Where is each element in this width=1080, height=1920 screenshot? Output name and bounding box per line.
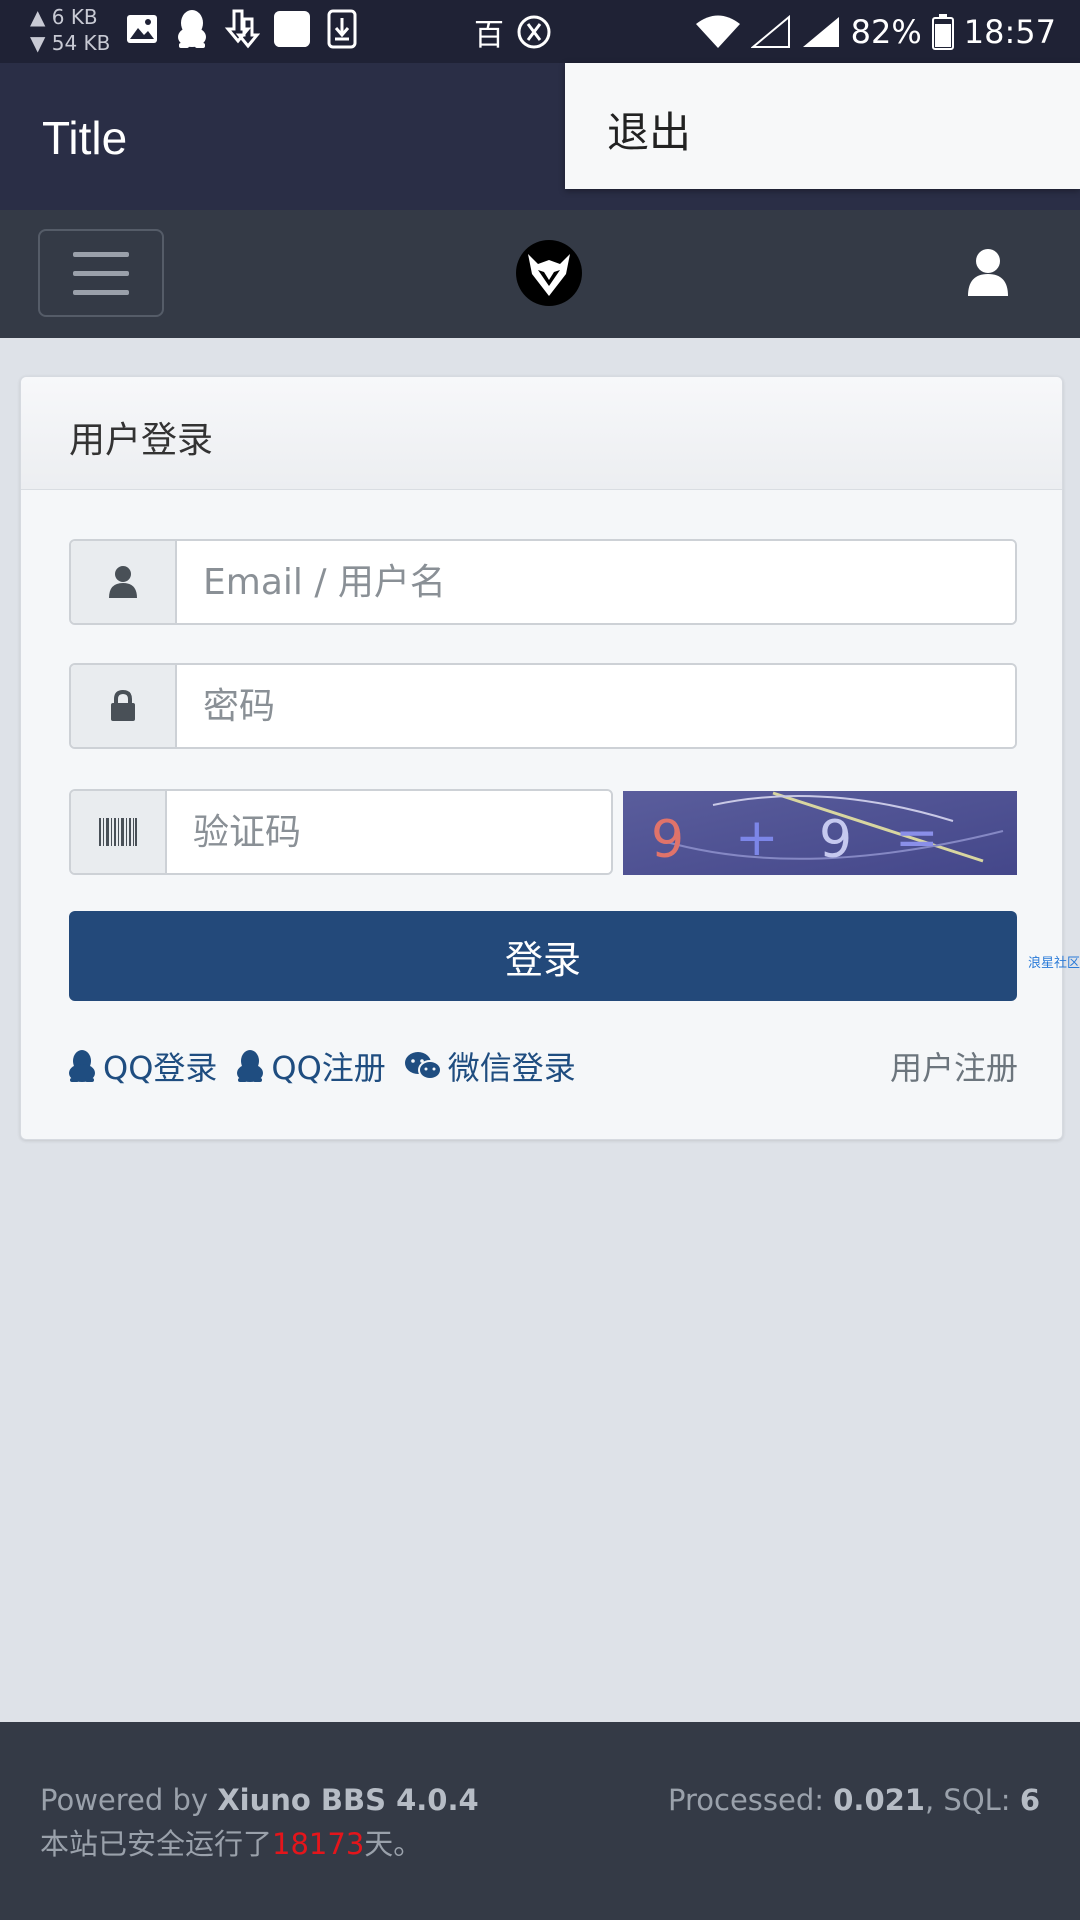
barcode-addon [71,791,167,873]
menu-item-exit[interactable]: 退出 [607,99,691,160]
battery-icon [931,13,954,50]
wechat-login-label: 微信登录 [447,1049,576,1087]
password-input[interactable] [177,665,1015,747]
side-tag[interactable]: 浪星社区 [1028,952,1080,971]
login-card: 用户登录 Email / 用户名 验证码 9 + 9 = 登录 QQ登录 QQ注… [20,376,1063,1140]
download-notification-icon [224,8,260,50]
user-register-link[interactable]: 用户注册 [890,1043,1018,1089]
gallery-icon [124,8,160,50]
upload-speed: ▲ 6 KB [30,5,98,29]
qq-register-link[interactable]: QQ注册 [235,1043,386,1089]
qq-login-link[interactable]: QQ登录 [67,1043,217,1089]
clock: 18:57 [963,12,1056,51]
powered-prefix: Powered by [40,1783,218,1817]
captcha-image[interactable]: 9 + 9 = [623,791,1017,875]
overflow-menu: 退出 [565,63,1080,189]
card-header: 用户登录 [21,377,1062,490]
qq-icon [237,1050,264,1082]
qq-icon [69,1050,95,1082]
lock-icon [111,690,135,721]
username-input[interactable] [177,541,1015,623]
install-notification-icon [324,8,360,50]
username-input-group [69,539,1017,625]
app-notification-icon [274,8,310,50]
signal-icon [802,16,839,47]
hamburger-icon-bar [73,270,129,276]
user-icon[interactable] [966,248,1010,298]
login-button[interactable]: 登录 [69,911,1017,1001]
hamburger-icon-bar [73,251,129,257]
processed-label: Processed: [668,1783,834,1817]
notification-icons [124,8,360,50]
status-bar: ▲ 6 KB ▼ 54 KB 百 82% 18:57 [0,0,1080,63]
hamburger-menu-button[interactable] [38,229,164,317]
footer-stats: Processed: 0.021, SQL: 6 [668,1778,1040,1822]
download-speed: ▼ 54 KB [30,31,111,55]
wifi-icon [695,15,740,48]
qq-register-label: QQ注册 [271,1049,386,1087]
captcha-input-group [69,789,613,875]
processed-value: 0.021 [833,1783,925,1817]
sync-icon [517,15,551,49]
user-icon [109,566,137,598]
qq-login-label: QQ登录 [103,1049,218,1087]
uptime-suffix: 天。 [364,1827,423,1861]
site-navbar [0,210,1080,338]
powered-name[interactable]: Xiuno BBS 4.0.4 [217,1783,478,1817]
svg-text:9: 9 [651,810,684,870]
card-title: 用户登录 [69,420,214,461]
barcode-icon [99,818,137,846]
footer-powered: Powered by Xiuno BBS 4.0.4 本站已安全运行了18173… [40,1778,480,1866]
password-input-group [69,663,1017,749]
captcha-input[interactable] [167,791,611,873]
qq-notification-icon [174,8,210,50]
app-title: Title [42,112,128,164]
social-login-links: QQ登录 QQ注册 微信登录 [67,1043,594,1089]
battery-percent: 82% [850,12,922,51]
footer: Powered by Xiuno BBS 4.0.4 本站已安全运行了18173… [0,1722,1080,1920]
wechat-login-link[interactable]: 微信登录 [404,1043,576,1089]
hamburger-icon-bar [73,289,129,295]
uptime-days: 18173 [272,1827,365,1861]
svg-text:+: + [735,808,779,868]
sql-label: , SQL: [924,1783,1020,1817]
status-right: 82% 18:57 [695,0,1056,63]
site-logo-icon[interactable] [516,240,582,306]
network-speed: ▲ 6 KB ▼ 54 KB [30,4,110,56]
baidu-text: 百 [474,18,504,53]
svg-text:=: = [895,808,939,868]
uptime-prefix: 本站已安全运行了 [40,1827,273,1861]
lock-addon [71,665,177,747]
sql-value: 6 [1019,1783,1040,1817]
svg-text:9: 9 [819,810,852,870]
user-addon [71,541,177,623]
wechat-icon [404,1052,442,1080]
signal-empty-icon [750,14,790,48]
status-center: 百 [474,10,556,54]
